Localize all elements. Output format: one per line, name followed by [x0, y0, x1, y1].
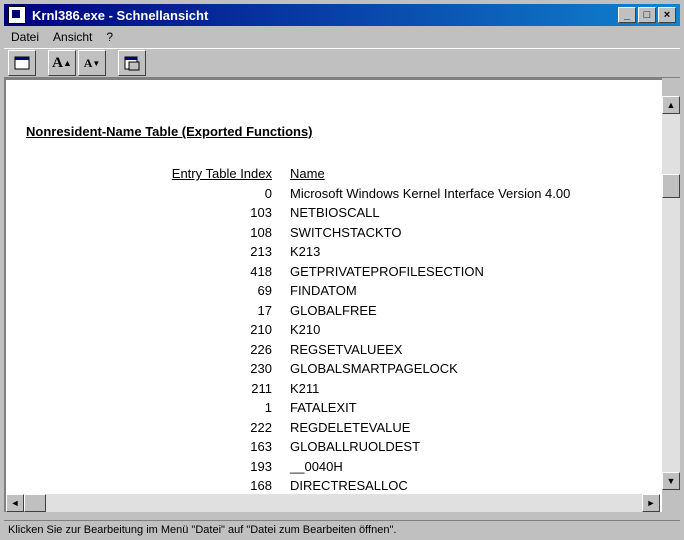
scroll-left-button[interactable]: ◄ — [6, 494, 24, 512]
row-index: 210 — [250, 322, 272, 338]
row-name: SWITCHSTACKTO — [290, 224, 402, 240]
status-text: Klicken Sie zur Bearbeitung im Menü "Dat… — [8, 524, 397, 536]
row-name: FATALEXIT — [290, 400, 357, 416]
table-row: 211 K211 — [6, 379, 662, 399]
menu-bar: Datei Ansicht ? — [4, 28, 680, 46]
table-header: Entry Table Index Name — [6, 164, 662, 184]
row-index: 0 — [264, 185, 272, 201]
window-title: Krnl386.exe - Schnellansicht — [32, 7, 209, 23]
row-index: 103 — [250, 205, 272, 221]
table-row: 103 NETBIOSCALL — [6, 203, 662, 223]
row-index: 17 — [257, 302, 272, 318]
table-row: 226 REGSETVALUEEX — [6, 340, 662, 360]
menu-help[interactable]: ? — [99, 30, 120, 44]
toolbar: A ▲ A ▼ — [4, 48, 680, 78]
row-name: GLOBALSMARTPAGELOCK — [290, 361, 458, 377]
table-row: 17 GLOBALFREE — [6, 301, 662, 321]
font-larger-icon: A — [52, 54, 63, 71]
maximize-button[interactable]: □ — [638, 7, 656, 23]
table-row: 222 REGDELETEVALUE — [6, 418, 662, 438]
table-row: 1 FATALEXIT — [6, 398, 662, 418]
document-view[interactable]: Nonresident-Name Table (Exported Functio… — [4, 78, 662, 512]
font-smaller-icon: A — [83, 55, 93, 70]
decrease-font-button[interactable]: A ▼ — [78, 50, 106, 76]
scroll-up-button[interactable]: ▲ — [662, 96, 680, 114]
window-controls: _ □ × — [618, 7, 676, 23]
row-index: 163 — [250, 439, 272, 455]
open-for-edit-button[interactable] — [118, 50, 146, 76]
table-row: 0 Microsoft Windows Kernel Interface Vers… — [6, 184, 662, 204]
close-button[interactable]: × — [658, 7, 676, 23]
minimize-button[interactable]: _ — [618, 7, 636, 23]
increase-font-button[interactable]: A ▲ — [48, 50, 76, 76]
row-index: 1 — [264, 400, 272, 416]
table-row: 230 GLOBALSMARTPAGELOCK — [6, 359, 662, 379]
quick-view-window: Krnl386.exe - Schnellansicht _ □ × Datei… — [0, 0, 684, 540]
row-index: 222 — [250, 419, 272, 435]
table-row: 69 FINDATOM — [6, 281, 662, 301]
table-row: 108 SWITCHSTACKTO — [6, 223, 662, 243]
section-heading: Nonresident-Name Table (Exported Functio… — [26, 124, 313, 139]
row-name: GLOBALFREE — [290, 302, 377, 318]
row-index: 213 — [250, 244, 272, 260]
row-name: GETPRIVATEPROFILESECTION — [290, 263, 484, 279]
row-name: REGSETVALUEEX — [290, 341, 403, 357]
table-row: 210 K210 — [6, 320, 662, 340]
table-row: 163 GLOBALLRUOLDEST — [6, 437, 662, 457]
menu-datei[interactable]: Datei — [4, 30, 46, 44]
fullscreen-button[interactable] — [8, 50, 36, 76]
export-table: Entry Table Index Name 0 Microsoft Window… — [6, 164, 662, 496]
row-index: 230 — [250, 361, 272, 377]
horizontal-scrollbar[interactable]: ◄ ► — [6, 494, 660, 512]
row-index: 193 — [250, 458, 272, 474]
row-index: 226 — [250, 341, 272, 357]
row-index: 69 — [257, 283, 272, 299]
status-bar: Klicken Sie zur Bearbeitung im Menü "Dat… — [4, 520, 680, 539]
row-name: K210 — [290, 322, 321, 338]
menu-ansicht[interactable]: Ansicht — [46, 30, 99, 44]
row-name: DIRECTRESALLOC — [290, 478, 408, 494]
vertical-scrollbar[interactable]: ▲ ▼ — [662, 96, 680, 490]
row-name: NETBIOSCALL — [290, 205, 380, 221]
horizontal-scroll-thumb[interactable] — [24, 494, 46, 512]
row-name: GLOBALLRUOLDEST — [290, 439, 421, 455]
row-name: K213 — [290, 244, 321, 260]
scroll-right-button[interactable]: ► — [642, 494, 660, 512]
column-entry-table-index: Entry Table Index — [171, 166, 272, 182]
row-name: K211 — [290, 380, 320, 396]
window-icon — [14, 56, 30, 70]
table-row: 168 DIRECTRESALLOC — [6, 476, 662, 496]
vertical-scroll-thumb[interactable] — [662, 174, 680, 198]
column-name: Name — [290, 166, 325, 182]
table-row: 213 K213 — [6, 242, 662, 262]
row-index: 108 — [250, 224, 272, 240]
app-icon[interactable] — [8, 6, 26, 24]
row-name: FINDATOM — [290, 283, 357, 299]
scroll-down-button[interactable]: ▼ — [662, 472, 680, 490]
table-row: 418 GETPRIVATEPROFILESECTION — [6, 262, 662, 282]
row-index: 211 — [251, 380, 272, 396]
title-bar[interactable]: Krnl386.exe - Schnellansicht _ □ × — [4, 4, 680, 26]
row-name: __0040H — [290, 458, 343, 474]
row-index: 168 — [250, 478, 272, 494]
row-name: REGDELETEVALUE — [290, 419, 411, 435]
table-row: 193 __0040H — [6, 457, 662, 477]
open-file-icon — [124, 56, 140, 71]
row-name: Microsoft Windows Kernel Interface Versi… — [290, 185, 571, 201]
row-index: 418 — [250, 263, 272, 279]
